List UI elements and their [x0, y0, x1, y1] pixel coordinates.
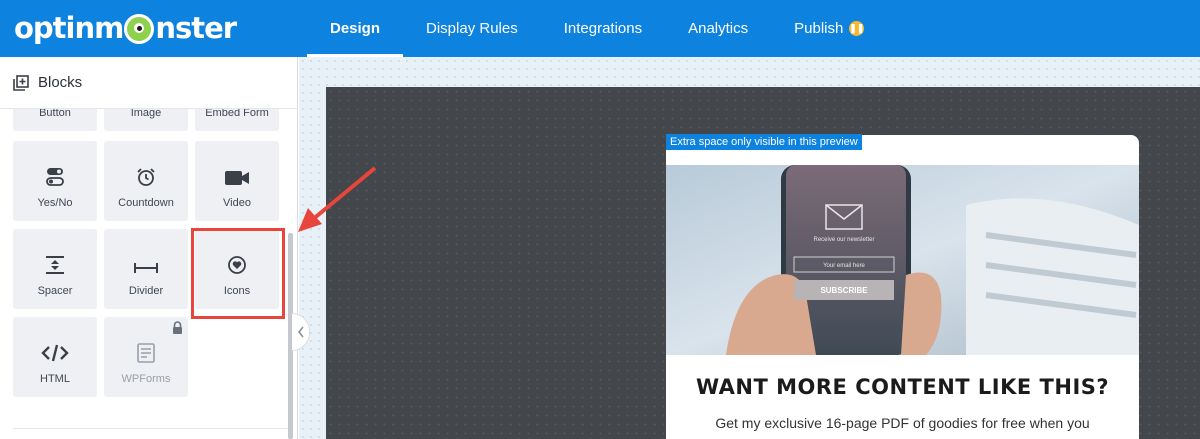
- tab-analytics-label: Analytics: [688, 20, 749, 37]
- block-video[interactable]: Video: [195, 141, 279, 221]
- tab-design[interactable]: Design: [307, 0, 404, 57]
- block-label: Button: [39, 109, 71, 119]
- block-label: HTML: [40, 373, 70, 385]
- logo-text-right: nster: [155, 11, 237, 45]
- top-navigation-bar: optinm nster Design Display Rules Integra…: [0, 0, 1200, 57]
- monster-logo-icon: [124, 14, 155, 44]
- sidebar-header: Blocks: [0, 57, 297, 109]
- block-label: Video: [223, 197, 251, 209]
- block-embed-form[interactable]: Embed Form: [195, 109, 279, 131]
- highlight-box: [191, 228, 285, 319]
- optinmonster-logo[interactable]: optinm nster: [14, 10, 237, 46]
- sidebar-title: Blocks: [38, 74, 83, 91]
- block-label: Embed Form: [205, 109, 269, 119]
- divider-icon: [134, 263, 158, 273]
- block-label: Yes/No: [37, 197, 73, 209]
- block-label: Divider: [128, 285, 164, 297]
- block-label: Image: [130, 109, 162, 119]
- sidebar-divider: [13, 428, 288, 429]
- video-camera-icon: [225, 171, 249, 185]
- logo-text-left: optinm: [14, 11, 124, 45]
- campaign-popup[interactable]: Receive our newsletter Your email here S…: [666, 135, 1139, 439]
- chevron-left-icon: [297, 326, 304, 338]
- code-icon: [41, 344, 69, 362]
- toggle-icon: [46, 168, 64, 186]
- tab-design-label: Design: [330, 20, 381, 37]
- block-label: Spacer: [37, 285, 73, 297]
- pause-icon: ❚❚: [849, 21, 864, 36]
- blocks-icon: [13, 74, 29, 91]
- popup-headline: WANT MORE CONTENT LIKE THIS?: [695, 375, 1110, 399]
- alarm-clock-icon: [137, 168, 155, 186]
- tab-publish[interactable]: Publish ❚❚: [771, 0, 887, 57]
- block-label: WPForms: [121, 373, 171, 385]
- block-countdown[interactable]: Countdown: [104, 141, 188, 221]
- block-html[interactable]: HTML: [13, 317, 97, 397]
- block-divider[interactable]: Divider: [104, 229, 188, 309]
- block-spacer[interactable]: Spacer: [13, 229, 97, 309]
- hero-phone-caption: Receive our newsletter: [813, 237, 874, 243]
- block-yes-no[interactable]: Yes/No: [13, 141, 97, 221]
- main-nav: Design Display Rules Integrations Analyt…: [307, 0, 887, 57]
- block-image[interactable]: Image: [104, 109, 188, 131]
- hero-phone-input: Your email here: [823, 263, 865, 269]
- hero-image[interactable]: Receive our newsletter Your email here S…: [666, 165, 1139, 355]
- block-button[interactable]: Button: [13, 109, 97, 131]
- tab-publish-label: Publish: [794, 20, 844, 37]
- block-wpforms[interactable]: WPForms: [104, 317, 188, 397]
- tab-display-rules-label: Display Rules: [426, 20, 518, 37]
- hero-phone-button: SUBSCRIBE: [820, 286, 868, 295]
- tab-integrations[interactable]: Integrations: [541, 0, 665, 57]
- spacer-icon: [46, 256, 64, 274]
- block-label: Countdown: [118, 197, 174, 209]
- form-icon: [137, 343, 155, 363]
- lock-icon: [173, 321, 182, 334]
- tab-display-rules[interactable]: Display Rules: [403, 0, 541, 57]
- preview-extra-space-tag: Extra space only visible in this preview: [666, 134, 862, 150]
- tab-analytics[interactable]: Analytics: [665, 0, 771, 57]
- annotation-arrow-icon: [298, 166, 377, 232]
- popup-subtext: Get my exclusive 16-page PDF of goodies …: [715, 415, 1090, 431]
- tab-integrations-label: Integrations: [563, 20, 643, 37]
